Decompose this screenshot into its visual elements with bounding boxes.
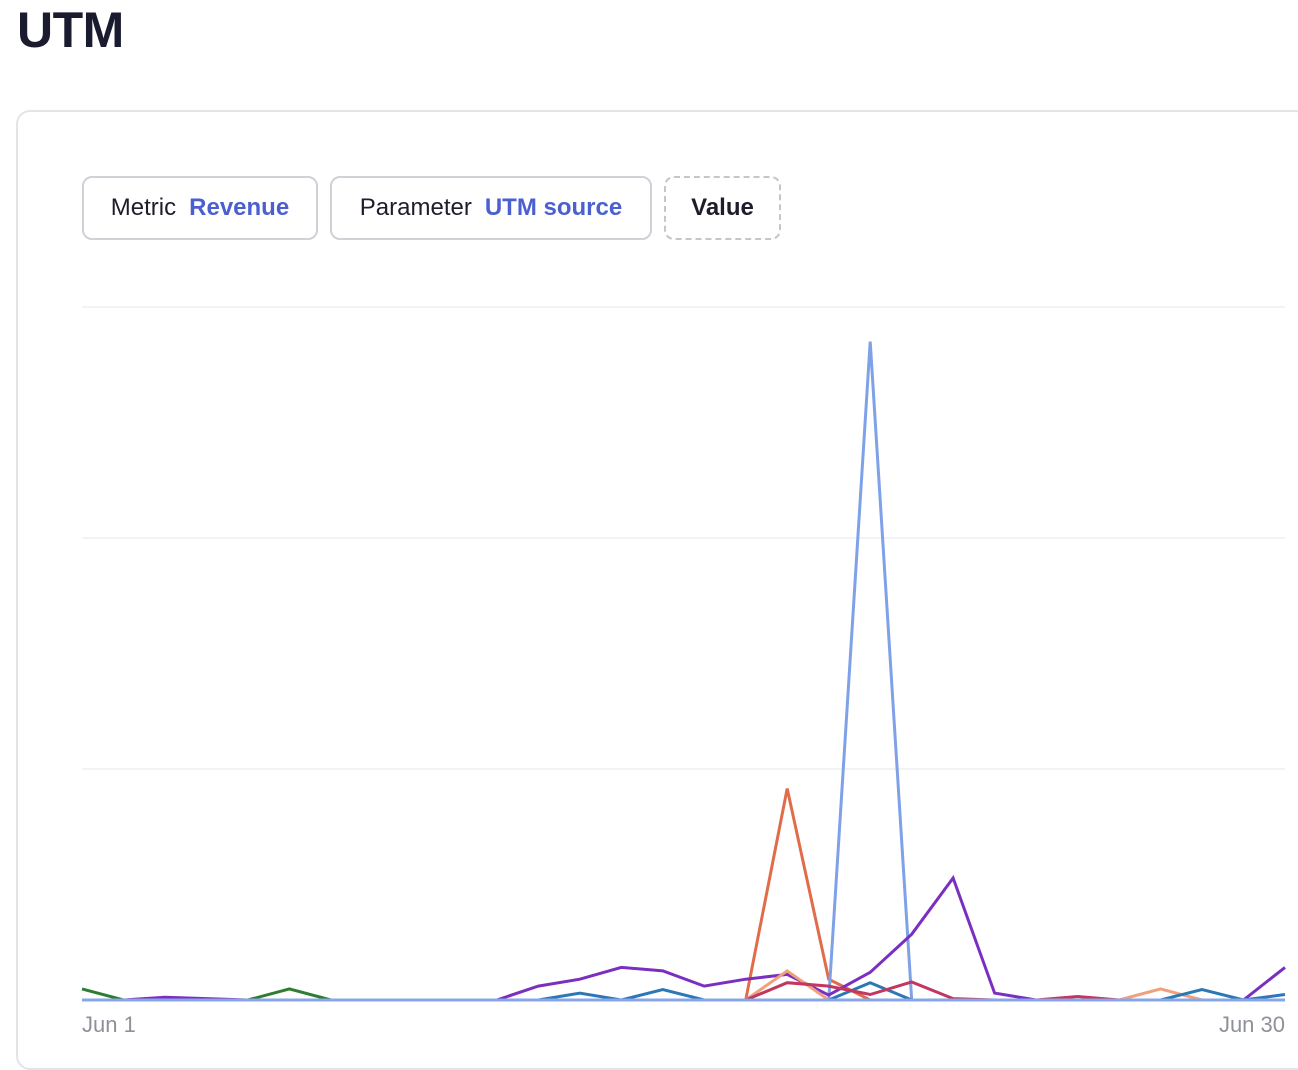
revenue-line-chart: Jun 1 Jun 30	[81, 306, 1286, 1037]
x-tick-label: Jun 1	[82, 1012, 136, 1037]
chart-series	[81, 341, 1286, 1002]
chart-gridlines	[82, 306, 1285, 770]
series-line-4[interactable]	[82, 874, 1286, 1002]
series-line-2[interactable]	[82, 788, 1285, 1002]
chart-x-axis: Jun 1 Jun 30	[82, 998, 1285, 1037]
series-line-3[interactable]	[82, 341, 1285, 1002]
x-tick-label: Jun 30	[1219, 1012, 1285, 1037]
